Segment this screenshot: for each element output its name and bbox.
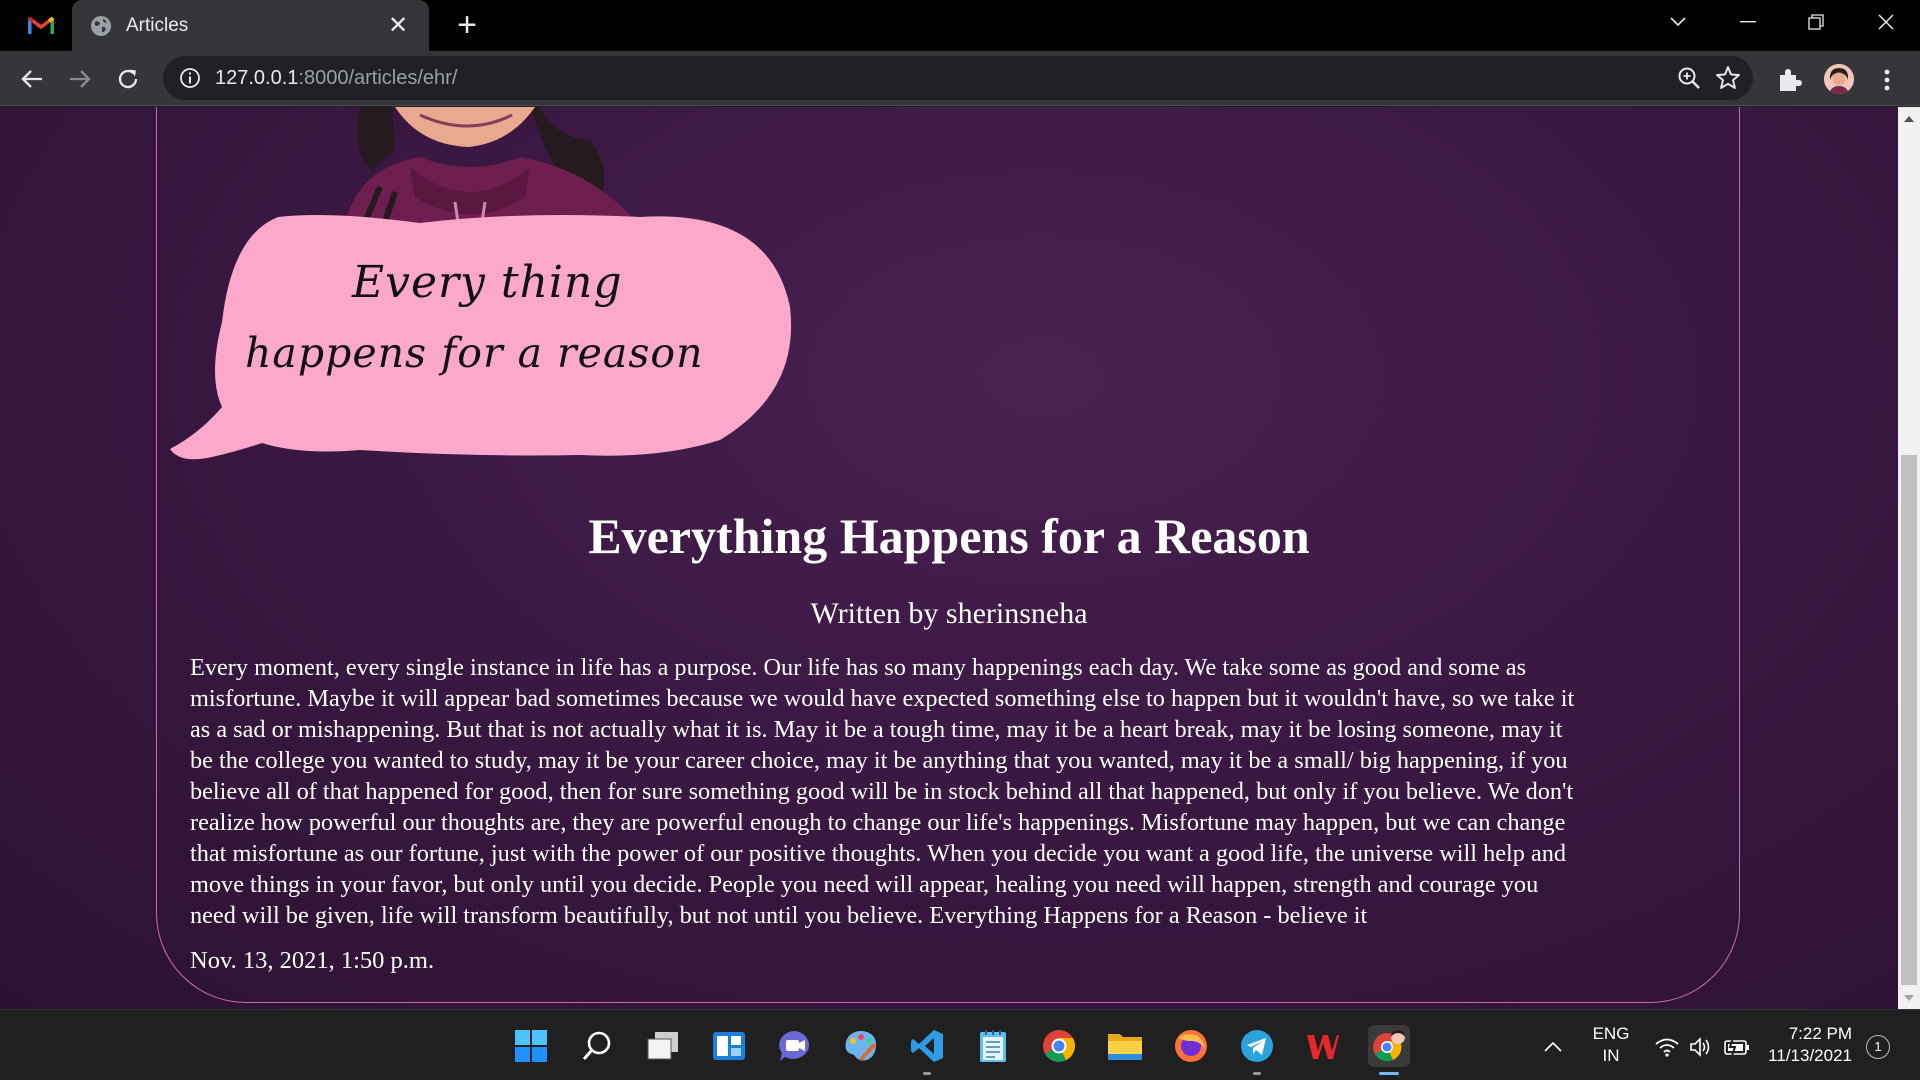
widgets-icon[interactable]	[708, 1025, 750, 1067]
gmail-pinned-tab[interactable]	[14, 8, 68, 42]
article-body-line: misfortune. Maybe it will appear bad som…	[190, 685, 1575, 712]
site-info-icon[interactable]	[179, 67, 201, 89]
notepad-icon[interactable]	[972, 1025, 1014, 1067]
browser-toolbar: 127.0.0.1:8000/articles/ehr/	[0, 51, 1920, 106]
gmail-icon	[28, 16, 54, 34]
address-bar[interactable]: 127.0.0.1:8000/articles/ehr/	[163, 56, 1753, 100]
article-title: Everything Happens for a Reason	[588, 508, 1310, 564]
new-tab-button[interactable]: +	[448, 8, 486, 44]
close-tab-icon[interactable]: ✕	[385, 12, 411, 39]
article-author: Written by sherinsneha	[810, 597, 1088, 630]
article-body-line: move things in your favor, but only unti…	[190, 871, 1539, 898]
clock-time: 7:22 PM	[1788, 1024, 1852, 1043]
page-scrollbar[interactable]	[1898, 107, 1920, 1009]
article-body-line: realize how powerful our thoughts are, t…	[190, 809, 1566, 836]
tab-title: Articles	[126, 14, 189, 36]
article-body-line: that misfortune as our fortune, just wit…	[190, 840, 1567, 867]
article-date: Nov. 13, 2021, 1:50 p.m.	[190, 947, 435, 974]
zoom-icon[interactable]	[1677, 66, 1701, 90]
article-body-line: Every moment, every single instance in l…	[190, 654, 1527, 681]
article-body-line: believe all of that happened for good, t…	[190, 778, 1574, 805]
profile-avatar[interactable]	[1824, 64, 1854, 94]
volume-icon[interactable]	[1688, 1034, 1714, 1060]
running-indicator	[923, 1072, 931, 1075]
clock-date: 11/13/2021	[1768, 1046, 1852, 1065]
extensions-puzzle-icon[interactable]	[1775, 65, 1805, 95]
scroll-up-arrow-icon[interactable]	[1898, 107, 1920, 129]
windows-taskbar: ENG IN 7:22 PM 11/13/2021 1	[0, 1009, 1920, 1080]
teams-chat-icon[interactable]	[774, 1025, 816, 1067]
wps-office-icon[interactable]	[1302, 1025, 1344, 1067]
tab-search-icon[interactable]	[1648, 4, 1708, 40]
scroll-thumb[interactable]	[1901, 455, 1917, 985]
input-language[interactable]: ENG IN	[1586, 1023, 1636, 1067]
article-body-line: as a sad or mishappening. But that is no…	[190, 716, 1563, 743]
restore-button[interactable]	[1786, 4, 1846, 40]
globe-icon	[91, 15, 111, 36]
scroll-down-arrow-icon[interactable]	[1898, 987, 1920, 1009]
task-view-icon[interactable]	[642, 1025, 684, 1067]
close-window-button[interactable]	[1856, 4, 1916, 40]
wifi-icon[interactable]	[1654, 1034, 1680, 1060]
firefox-icon[interactable]	[1170, 1025, 1212, 1067]
article-body-line: need will be given, life will transform …	[190, 902, 1368, 929]
bookmark-star-icon[interactable]	[1715, 65, 1741, 91]
vscode-icon[interactable]	[906, 1025, 948, 1075]
chrome-menu-icon[interactable]	[1872, 65, 1902, 95]
chrome-profile-icon[interactable]	[1368, 1025, 1410, 1075]
minimize-button[interactable]	[1718, 4, 1778, 40]
tab-strip: Articles ✕ +	[0, 0, 1920, 51]
running-indicator	[1253, 1072, 1261, 1075]
language-code: ENG	[1592, 1024, 1630, 1043]
search-icon[interactable]	[576, 1025, 618, 1067]
tab-articles[interactable]: Articles ✕	[72, 0, 429, 51]
telegram-icon[interactable]	[1236, 1025, 1278, 1075]
clock[interactable]: 7:22 PM 11/13/2021	[1768, 1023, 1852, 1067]
language-region: IN	[1602, 1046, 1620, 1065]
speech-bubble-line2: happens for a reason	[245, 329, 704, 377]
notification-badge[interactable]: 1	[1866, 1035, 1890, 1059]
back-button[interactable]	[14, 61, 50, 97]
speech-bubble-line1: Every thing	[352, 257, 623, 308]
chevron-up-icon[interactable]	[1540, 1034, 1566, 1060]
forward-button[interactable]	[62, 61, 98, 97]
article-body: Every moment, every single instance in l…	[190, 652, 1710, 931]
reload-button[interactable]	[110, 61, 146, 97]
battery-icon[interactable]	[1724, 1034, 1750, 1060]
url-text: 127.0.0.1:8000/articles/ehr/	[215, 66, 458, 89]
page-viewport: Every thing happens for a reason Everyth…	[0, 107, 1898, 1009]
chrome-icon[interactable]	[1038, 1025, 1080, 1067]
start-icon[interactable]	[510, 1025, 552, 1067]
active-indicator	[1379, 1072, 1399, 1075]
file-explorer-icon[interactable]	[1104, 1025, 1146, 1067]
paint-icon[interactable]	[840, 1025, 882, 1067]
article-body-line: be the college you wanted to study, may …	[190, 747, 1568, 774]
